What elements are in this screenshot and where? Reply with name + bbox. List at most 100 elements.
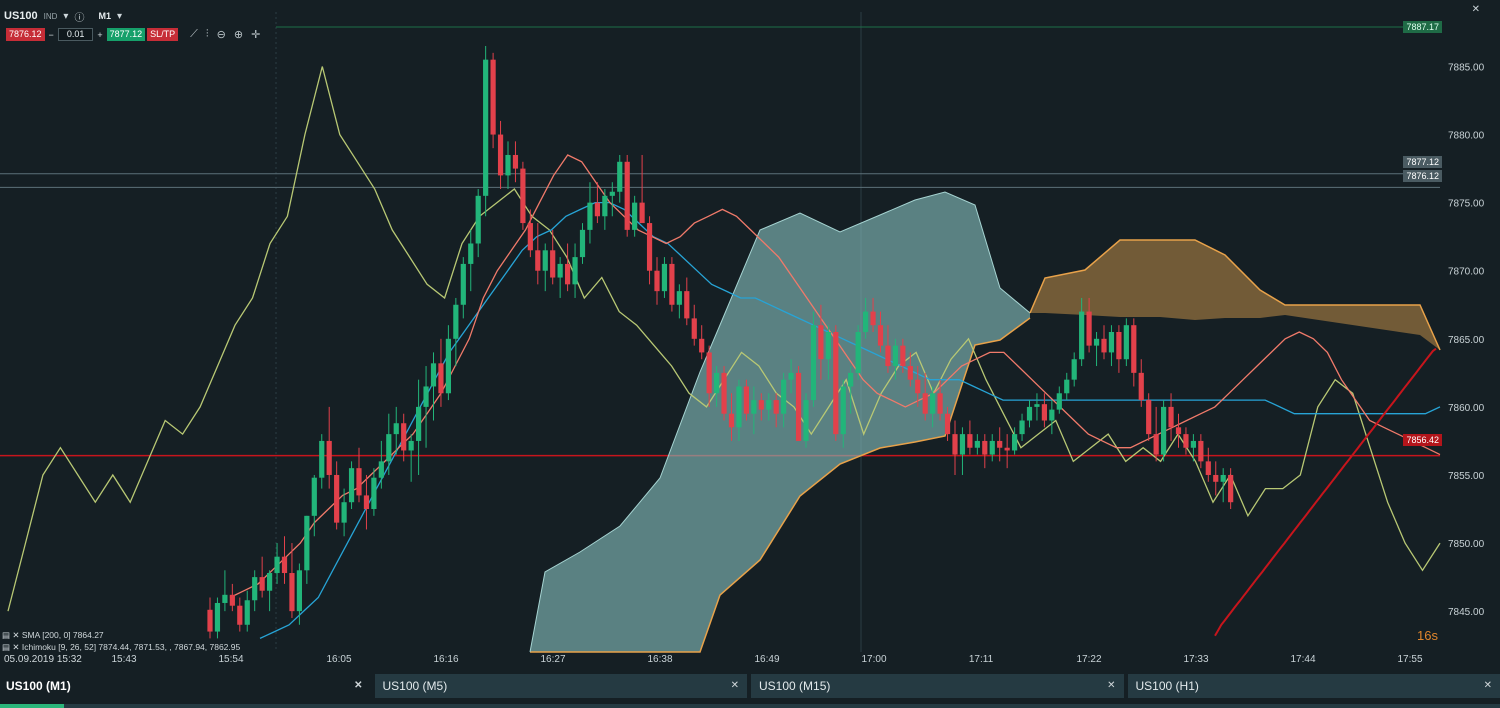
price-chart[interactable]: 7845.00 7850.00 7855.00 7860.00 7865.00 7870.… xyxy=(0,0,1500,670)
candle-body xyxy=(497,134,504,176)
candle xyxy=(699,325,705,360)
candle xyxy=(520,161,526,230)
candle-body xyxy=(1175,427,1182,435)
candle xyxy=(468,229,474,292)
lot-increase-button[interactable]: + xyxy=(95,30,104,40)
candle xyxy=(572,243,578,298)
sma-legend[interactable]: ▤ ✕ SMA [200, 0] 7864.27 xyxy=(2,630,104,641)
candle-body xyxy=(542,250,548,271)
candle-body xyxy=(997,440,1003,448)
candle xyxy=(684,277,690,326)
candle-body xyxy=(810,325,817,401)
candle-body xyxy=(758,400,764,410)
candle xyxy=(1213,461,1219,496)
sell-price-button[interactable]: 7876.12 xyxy=(6,28,45,41)
candle-body xyxy=(1108,332,1115,353)
symbol-label[interactable]: US100 xyxy=(4,10,38,22)
zoom-in-icon[interactable]: ⊕ xyxy=(234,28,243,41)
candle xyxy=(952,420,958,475)
candle xyxy=(319,434,325,489)
candle-body xyxy=(937,393,943,414)
info-icon[interactable]: ⓘ xyxy=(74,9,84,24)
sma-legend-icon[interactable]: ▤ ✕ xyxy=(2,630,22,640)
candle-body xyxy=(326,440,332,475)
candle xyxy=(311,474,317,537)
close-tab-icon[interactable]: ✕ xyxy=(354,674,362,698)
symbol-dropdown-icon[interactable]: ▾ xyxy=(63,11,68,22)
chart-area[interactable]: 7845.00 7850.00 7855.00 7860.00 7865.00 7870.… xyxy=(0,0,1500,670)
tab-us100-m15[interactable]: US100 (M15) ✕ xyxy=(751,674,1124,698)
candle xyxy=(1056,386,1062,414)
tab-us100-m1[interactable]: US100 (M1) ✕ xyxy=(0,674,371,698)
candle-body xyxy=(207,609,213,632)
candle xyxy=(989,434,995,462)
candle xyxy=(691,304,697,346)
buy-price-button[interactable]: 7877.12 xyxy=(106,28,146,41)
x-tick-label: 17:11 xyxy=(969,654,994,665)
x-tick-label: 17:55 xyxy=(1397,654,1422,665)
candle-body xyxy=(1161,406,1167,455)
candle-body xyxy=(1093,338,1100,346)
ichimoku-legend-icon[interactable]: ▤ ✕ xyxy=(2,642,22,652)
x-tick-label: 16:38 xyxy=(647,654,672,665)
candle xyxy=(401,413,407,462)
tab-us100-m5[interactable]: US100 (M5) ✕ xyxy=(374,674,747,698)
close-chart-icon[interactable]: ✕ xyxy=(1472,4,1480,15)
y-tick-label: 7845.00 xyxy=(1448,607,1485,618)
indicators-icon[interactable]: ⫶ xyxy=(206,28,209,41)
close-tab-icon[interactable]: ✕ xyxy=(1107,674,1115,698)
candle-body xyxy=(281,556,288,574)
lot-size-input[interactable]: 0.01 xyxy=(57,28,94,41)
candle-body xyxy=(907,366,913,380)
close-tab-icon[interactable]: ✕ xyxy=(731,674,739,698)
candle-body xyxy=(527,223,533,251)
candle xyxy=(1131,318,1137,387)
candle-body xyxy=(229,594,235,606)
close-tab-icon[interactable]: ✕ xyxy=(1484,674,1492,698)
tab-label: US100 (M5) xyxy=(382,679,448,693)
candle-body xyxy=(267,573,273,591)
candle xyxy=(1049,400,1055,435)
candle xyxy=(348,461,355,510)
line-chart-icon[interactable]: ⟋ xyxy=(190,28,198,41)
candle-body xyxy=(795,372,802,441)
zoom-out-icon[interactable]: ⊖ xyxy=(217,28,226,41)
candle xyxy=(378,440,384,489)
candle xyxy=(1220,468,1226,503)
candle xyxy=(1071,352,1077,387)
sltp-button[interactable]: SL/TP xyxy=(147,28,179,41)
tab-us100-h1[interactable]: US100 (H1) ✕ xyxy=(1127,674,1500,698)
bid-line-price-tag: 7876.12 xyxy=(1403,170,1442,182)
candle-body xyxy=(587,202,593,230)
candle xyxy=(1093,332,1100,367)
candle xyxy=(1041,393,1047,428)
candle-countdown: 16s xyxy=(1417,628,1438,643)
ichimoku-legend[interactable]: ▤ ✕ Ichimoku [9, 26, 52] 7874.44, 7871.5… xyxy=(2,642,240,653)
candle-body xyxy=(788,372,794,380)
sma-200-line xyxy=(1214,347,1437,637)
candle xyxy=(334,461,340,530)
x-tick-label: 17:33 xyxy=(1183,654,1208,665)
candle xyxy=(267,570,273,612)
candle xyxy=(1138,359,1144,407)
candle xyxy=(430,352,437,421)
crosshair-icon[interactable]: ✛ xyxy=(251,28,260,41)
candle xyxy=(542,243,548,292)
candle xyxy=(557,257,563,298)
candle-body xyxy=(341,502,347,523)
candle xyxy=(296,563,302,625)
y-tick-label: 7880.00 xyxy=(1448,131,1485,142)
candle-body xyxy=(214,602,221,632)
timeframe-label[interactable]: M1 xyxy=(98,11,111,21)
candle-body xyxy=(736,386,742,428)
candle-body xyxy=(468,243,474,264)
x-tick-label: 17:22 xyxy=(1076,654,1101,665)
x-tick-label: 15:43 xyxy=(111,654,136,665)
candle xyxy=(505,141,511,190)
candle-body xyxy=(922,393,928,414)
lot-decrease-button[interactable]: − xyxy=(47,30,56,40)
candle xyxy=(386,413,392,475)
x-tick-label: 17:00 xyxy=(861,654,886,665)
timeframe-dropdown-icon[interactable]: ▾ xyxy=(117,11,122,22)
candle-body xyxy=(646,223,653,271)
